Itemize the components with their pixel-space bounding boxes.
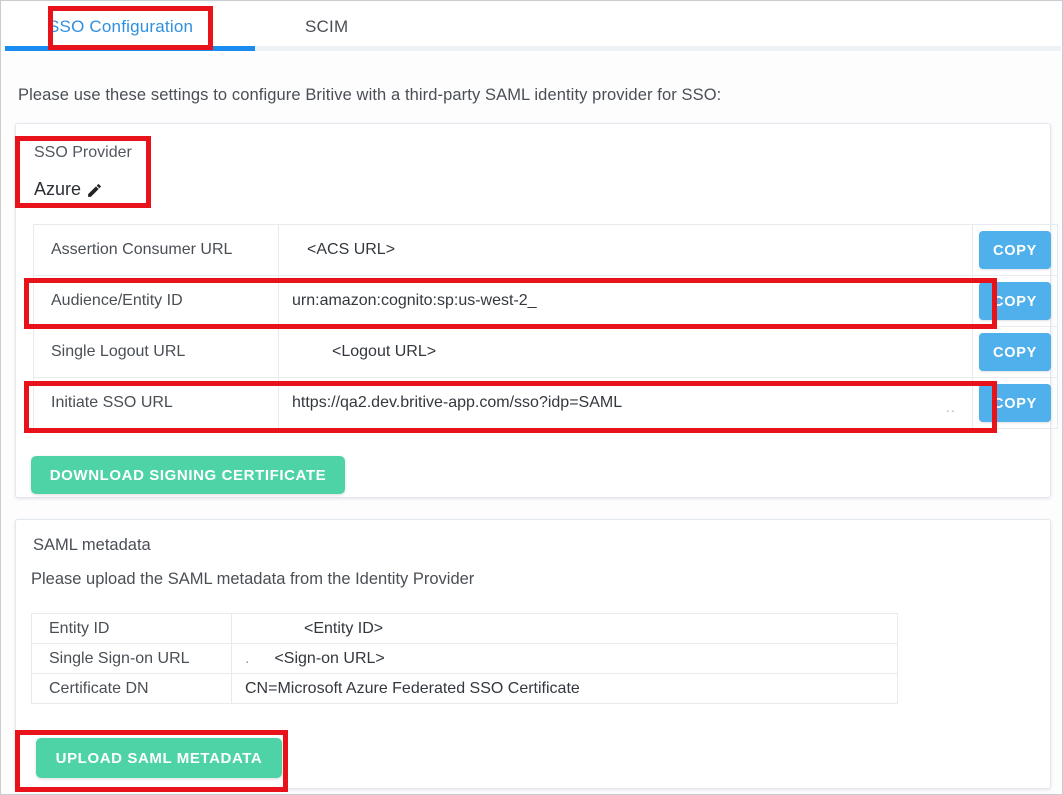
- row-value-initiate-sso-url: https://qa2.dev.britive-app.com/sso?idp=…: [278, 377, 973, 429]
- sso-settings-table: Assertion Consumer URL <ACS URL> COPY Au…: [33, 224, 1058, 429]
- row-value-assertion-consumer-url: <ACS URL>: [278, 224, 973, 276]
- row-key-single-sign-on-url: Single Sign-on URL: [31, 643, 232, 674]
- row-value-certificate-dn: CN=Microsoft Azure Federated SSO Certifi…: [231, 673, 898, 704]
- tab-bar: SSO Configuration SCIM: [2, 2, 1062, 54]
- copy-button-assertion-consumer-url[interactable]: COPY: [979, 231, 1051, 269]
- row-value-leading-dot: .: [245, 649, 250, 667]
- tab-active-indicator: [5, 46, 255, 51]
- intro-text: Please use these settings to configure B…: [18, 86, 722, 104]
- row-value-truncation-ellipsis: ..: [945, 399, 956, 416]
- sso-configuration-page: SSO Configuration SCIM Please use these …: [0, 0, 1063, 795]
- copy-button-audience-entity-id[interactable]: COPY: [979, 282, 1051, 320]
- row-value-entity-id: <Entity ID>: [231, 613, 898, 644]
- table-row: Audience/Entity ID urn:amazon:cognito:sp…: [33, 275, 1058, 327]
- row-key-assertion-consumer-url: Assertion Consumer URL: [33, 224, 279, 276]
- saml-metadata-title: SAML metadata: [33, 536, 151, 554]
- copy-button-initiate-sso-url[interactable]: COPY: [979, 384, 1051, 422]
- row-action-cell: COPY: [972, 224, 1058, 276]
- row-key-certificate-dn: Certificate DN: [31, 673, 232, 704]
- table-row: Single Sign-on URL . <Sign-on URL>: [31, 643, 898, 674]
- row-key-entity-id: Entity ID: [31, 613, 232, 644]
- row-key-initiate-sso-url: Initiate SSO URL: [33, 377, 279, 429]
- sso-provider-row: Azure: [34, 179, 103, 200]
- sso-provider-label: SSO Provider: [34, 144, 132, 161]
- table-row: Initiate SSO URL https://qa2.dev.britive…: [33, 377, 1058, 429]
- sso-provider-value: Azure: [34, 179, 82, 199]
- sso-settings-card: SSO Provider Azure Assertion Consumer UR…: [15, 123, 1058, 498]
- copy-button-single-logout-url[interactable]: COPY: [979, 333, 1051, 371]
- row-action-cell: COPY: [972, 275, 1058, 327]
- pencil-icon[interactable]: [86, 182, 103, 199]
- row-key-audience-entity-id: Audience/Entity ID: [33, 275, 279, 327]
- table-row: Certificate DN CN=Microsoft Azure Federa…: [31, 673, 898, 704]
- download-signing-certificate-button[interactable]: DOWNLOAD SIGNING CERTIFICATE: [31, 456, 345, 494]
- saml-metadata-table: Entity ID <Entity ID> Single Sign-on URL…: [31, 613, 898, 704]
- row-value-single-sign-on-url: . <Sign-on URL>: [231, 643, 898, 674]
- tab-scim[interactable]: SCIM: [305, 13, 348, 41]
- row-value-audience-entity-id: urn:amazon:cognito:sp:us-west-2_: [278, 275, 973, 327]
- saml-metadata-subtitle: Please upload the SAML metadata from the…: [31, 570, 475, 588]
- saml-metadata-card: SAML metadata Please upload the SAML met…: [15, 519, 1051, 789]
- row-value-initiate-sso-url-text: https://qa2.dev.britive-app.com/sso?idp=…: [292, 394, 623, 411]
- table-row: Assertion Consumer URL <ACS URL> COPY: [33, 224, 1058, 276]
- table-row: Entity ID <Entity ID>: [31, 613, 898, 644]
- upload-saml-metadata-button[interactable]: UPLOAD SAML METADATA: [36, 738, 282, 778]
- row-action-cell: COPY: [972, 326, 1058, 378]
- row-value-single-logout-url: <Logout URL>: [278, 326, 973, 378]
- row-action-cell: COPY: [972, 377, 1058, 429]
- row-value-single-sign-on-url-text: <Sign-on URL>: [274, 649, 385, 667]
- tab-sso-configuration[interactable]: SSO Configuration: [48, 13, 193, 41]
- table-row: Single Logout URL <Logout URL> COPY: [33, 326, 1058, 378]
- row-key-single-logout-url: Single Logout URL: [33, 326, 279, 378]
